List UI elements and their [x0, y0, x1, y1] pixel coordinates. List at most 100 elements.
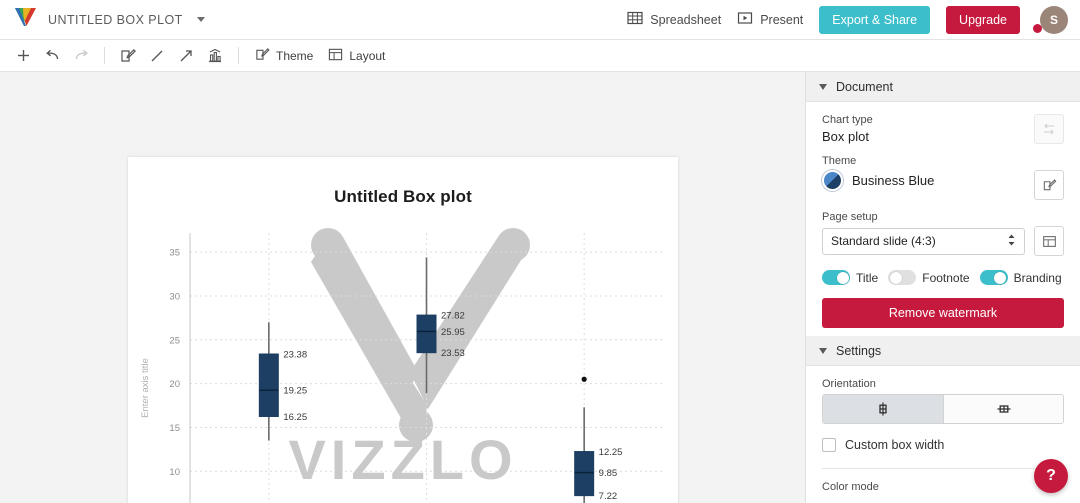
- theme-selector-row: Business Blue: [822, 170, 1064, 200]
- settings-divider: [822, 468, 1064, 469]
- box-value-label-q3: 27.82: [441, 311, 465, 322]
- vizzlo-editor: UNTITLED BOX PLOT Spreadsheet Present Ex…: [0, 0, 1080, 503]
- top-bar: UNTITLED BOX PLOT Spreadsheet Present Ex…: [0, 0, 1080, 40]
- y-axis-tick-label: 35: [169, 248, 180, 259]
- edit-toolbar: Theme Layout: [0, 40, 1080, 72]
- document-section-label: Document: [836, 79, 893, 94]
- undo-icon[interactable]: [39, 44, 65, 68]
- custom-box-width-row[interactable]: Custom box width: [822, 438, 1064, 452]
- toolbar-divider-2: [238, 47, 239, 64]
- workspace: Untitled Box plot 5101520253035Enter axi…: [0, 72, 1080, 503]
- avatar[interactable]: S: [1040, 5, 1068, 34]
- page-setup-row: Standard slide (4:3): [822, 226, 1064, 256]
- box-value-label-median: 9.85: [599, 468, 618, 479]
- theme-row-wrap: Theme Business Blue: [822, 155, 1064, 200]
- box-plot-chart[interactable]: 5101520253035Enter axis title23.3819.251…: [128, 157, 678, 503]
- box-value-label-median: 25.95: [441, 327, 465, 338]
- theme-label: Theme: [276, 48, 314, 63]
- chart-type-block: Chart type Box plot: [822, 114, 873, 144]
- swap-chart-type-button[interactable]: [1034, 114, 1064, 144]
- toggle-branding[interactable]: Branding: [979, 270, 1062, 285]
- theme-icon: [255, 47, 270, 65]
- document-toggles: Title Footnote Branding: [822, 270, 1064, 285]
- document-section-body: Chart type Box plot Theme Business Blue: [806, 102, 1080, 336]
- chart-icon[interactable]: [202, 44, 228, 68]
- box-rect[interactable]: [416, 314, 437, 354]
- export-share-button[interactable]: Export & Share: [819, 5, 931, 34]
- toggle-title-label: Title: [856, 270, 879, 285]
- page-setup-label: Page setup: [822, 211, 878, 223]
- theme-field-label: Theme: [822, 155, 857, 167]
- slide[interactable]: Untitled Box plot 5101520253035Enter axi…: [128, 157, 678, 503]
- box-rect[interactable]: [258, 353, 279, 417]
- chart-type-row: Chart type Box plot: [822, 114, 1064, 144]
- toggle-branding-knob: [994, 271, 1007, 284]
- page-layout-button[interactable]: [1034, 226, 1064, 256]
- box-value-label-q1: 7.22: [599, 491, 618, 502]
- custom-box-width-label: Custom box width: [845, 438, 945, 452]
- y-axis-tick-label: 20: [169, 379, 180, 390]
- top-bar-actions: Spreadsheet Present Export & Share Upgra…: [627, 5, 1068, 34]
- custom-box-width-checkbox[interactable]: [822, 438, 836, 452]
- orientation-horizontal-button[interactable]: [943, 395, 1063, 423]
- line-icon[interactable]: [144, 44, 170, 68]
- remove-watermark-button[interactable]: Remove watermark: [822, 298, 1064, 328]
- box-value-label-q3: 12.25: [599, 447, 623, 458]
- box-plot-series[interactable]: 12.25 9.85 7.22: [574, 376, 623, 503]
- box-rect[interactable]: [574, 451, 595, 497]
- document-section-header[interactable]: Document: [806, 72, 1080, 102]
- chart-type-value[interactable]: Box plot: [822, 129, 873, 144]
- box-value-label-median: 19.25: [283, 386, 307, 397]
- page-setup-wrap: Page setup Standard slide (4:3): [822, 211, 1064, 256]
- toggle-footnote[interactable]: Footnote: [888, 270, 970, 285]
- spreadsheet-icon: [627, 10, 643, 29]
- toggle-title[interactable]: Title: [822, 270, 878, 285]
- toggle-branding-label: Branding: [1013, 270, 1062, 285]
- theme-value: Business Blue: [852, 173, 935, 188]
- help-button[interactable]: ?: [1034, 459, 1068, 493]
- layout-icon: [328, 47, 343, 65]
- page-setup-select[interactable]: Standard slide (4:3): [822, 227, 1025, 255]
- theme-selector[interactable]: Business Blue: [822, 170, 934, 191]
- outlier-point[interactable]: [581, 376, 587, 382]
- theme-button[interactable]: Theme: [249, 47, 319, 65]
- color-mode-label: Color mode: [822, 481, 879, 493]
- edit-theme-button[interactable]: [1034, 170, 1064, 200]
- present-button[interactable]: Present: [737, 10, 803, 29]
- toggle-footnote-switch[interactable]: [888, 270, 917, 285]
- spreadsheet-label: Spreadsheet: [650, 12, 722, 27]
- arrow-icon[interactable]: [173, 44, 199, 68]
- canvas-area: Untitled Box plot 5101520253035Enter axi…: [0, 72, 805, 503]
- box-value-label-q3: 23.38: [283, 349, 307, 360]
- present-label: Present: [760, 12, 804, 27]
- document-title-caret-icon[interactable]: [196, 17, 205, 22]
- spreadsheet-button[interactable]: Spreadsheet: [627, 10, 721, 29]
- theme-swatch-icon: [822, 170, 843, 191]
- chevron-down-icon: [819, 83, 827, 90]
- notification-dot: [1033, 23, 1042, 33]
- box-value-label-q1: 16.25: [283, 412, 307, 423]
- add-icon[interactable]: [10, 44, 36, 68]
- y-axis-tick-label: 15: [169, 423, 180, 434]
- toggle-title-switch[interactable]: [822, 270, 850, 285]
- layout-button[interactable]: Layout: [322, 47, 391, 65]
- y-axis-tick-label: 10: [169, 467, 180, 478]
- toggle-footnote-knob: [889, 271, 902, 284]
- chart-type-label: Chart type: [822, 114, 873, 126]
- chevron-down-icon-settings: [819, 347, 827, 354]
- vizzlo-logo-icon[interactable]: [12, 5, 38, 34]
- select-stepper-icon: [1007, 233, 1016, 250]
- edit-text-icon[interactable]: [115, 44, 141, 68]
- orientation-vertical-button[interactable]: [823, 395, 943, 423]
- toggle-branding-switch[interactable]: [979, 270, 1008, 285]
- settings-section-header[interactable]: Settings: [806, 336, 1080, 366]
- toggle-footnote-label: Footnote: [922, 270, 970, 285]
- y-axis-tick-label: 30: [169, 291, 180, 302]
- page-setup-value: Standard slide (4:3): [831, 234, 936, 248]
- redo-icon[interactable]: [68, 44, 94, 68]
- toggle-title-knob: [836, 271, 849, 284]
- y-axis-title[interactable]: Enter axis title: [140, 358, 151, 418]
- avatar-area[interactable]: S: [1033, 5, 1068, 34]
- upgrade-button[interactable]: Upgrade: [946, 5, 1020, 34]
- document-title[interactable]: UNTITLED BOX PLOT: [48, 13, 183, 27]
